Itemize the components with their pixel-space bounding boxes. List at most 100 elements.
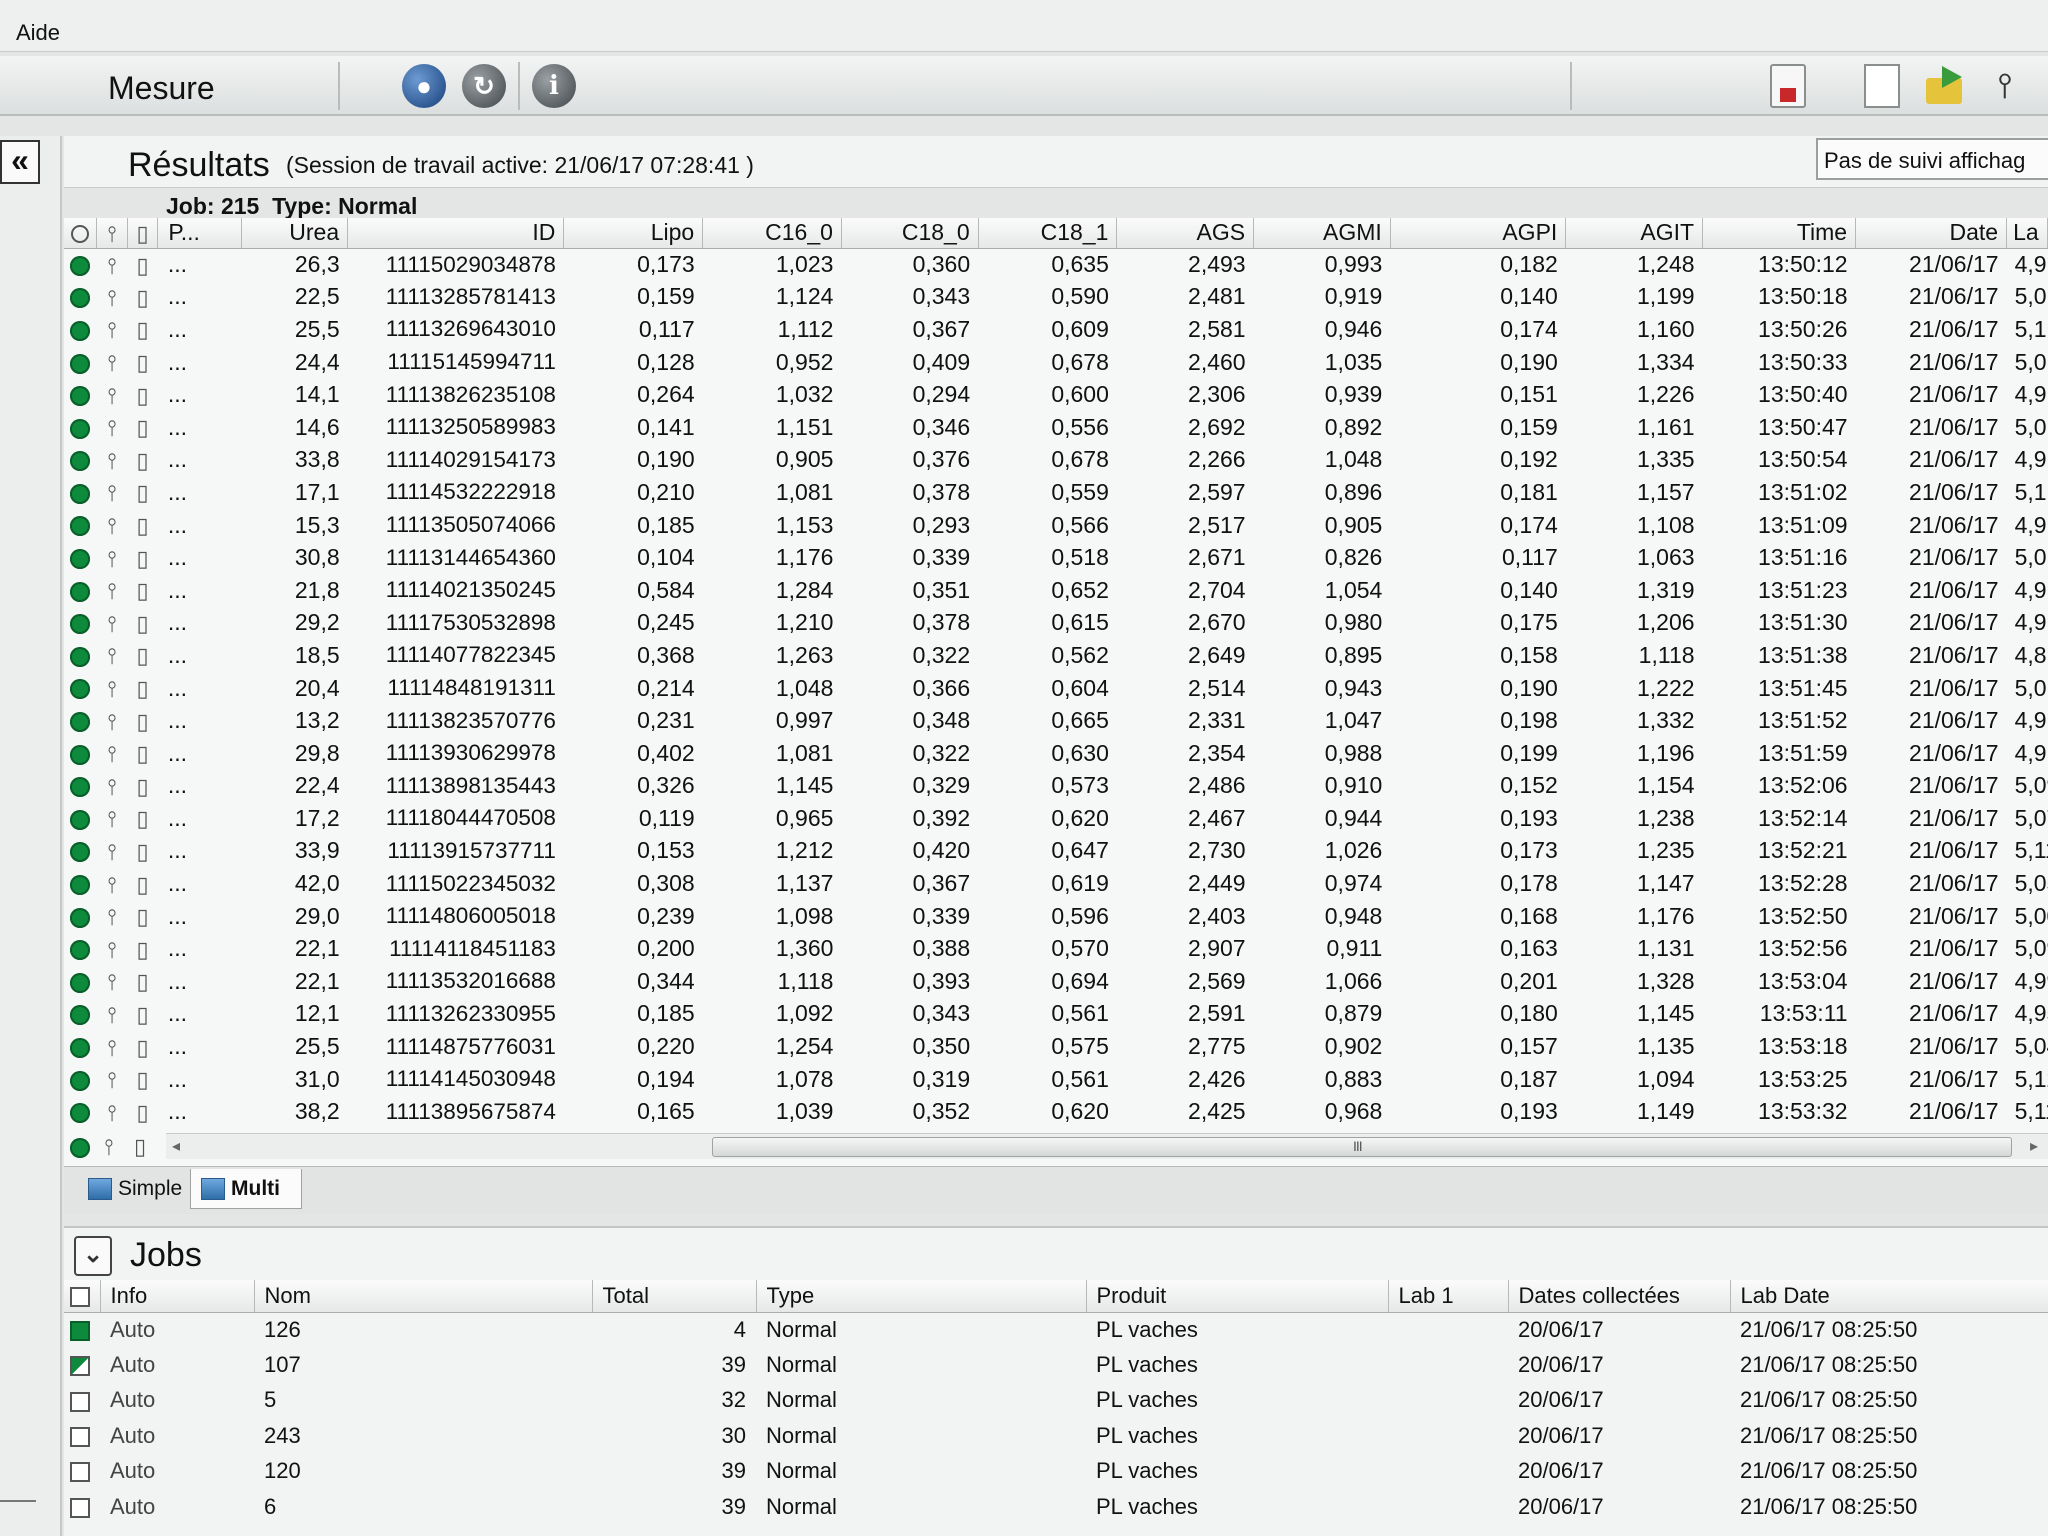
column-header-lipo[interactable]: Lipo — [563, 218, 704, 249]
jobs-column-lab1[interactable]: Lab 1 — [1388, 1280, 1509, 1313]
table-row[interactable]: ⫯ ▯... 24,4 11115145994711 0,128 0,952 0,409 0,… — [64, 346, 2048, 379]
table-row[interactable]: ⫯ ▯... 14,6 11113250589983 0,141 1,151 0,346 0,… — [64, 411, 2048, 444]
table-row[interactable]: ⫯ ▯... 29,0 11114806005018 0,239 1,098 0,339 0,… — [64, 900, 2048, 933]
cell-lipo: 0,194 — [637, 1065, 695, 1092]
cell-la: 4,95 — [2014, 1000, 2048, 1027]
table-row[interactable]: ⫯ ▯... 17,1 11114532222918 0,210 1,081 0,378 0,… — [64, 476, 2048, 509]
column-header-c16-0[interactable]: C16_0 — [702, 218, 842, 249]
table-row[interactable]: ⫯ ▯... 26,3 11115029034878 0,173 1,023 0,360 0,… — [64, 248, 2048, 281]
job-row[interactable]: Auto 6 39 Normal PL vaches 20/06/17 21/06/17 0… — [64, 1489, 2048, 1524]
jobs-column-info[interactable]: Info — [100, 1280, 255, 1313]
collapse-sidebar-icon[interactable]: « — [0, 140, 40, 184]
jobs-column-total[interactable]: Total — [592, 1280, 757, 1313]
table-row[interactable]: ⫯ ▯... 29,2 11117530532898 0,245 1,210 0,378 0,… — [64, 607, 2048, 640]
scroll-right-icon[interactable]: ▸ — [2030, 1136, 2038, 1156]
chevron-down-icon[interactable]: ⌄ — [74, 1236, 112, 1276]
table-row[interactable]: ⫯ ▯... 25,5 11113269643010 0,117 1,112 0,367 0,… — [64, 313, 2048, 346]
pipette-icon[interactable]: ⫯ — [1988, 64, 2022, 108]
table-row[interactable]: ⫯ ▯... 33,9 11113915737711 0,153 1,212 0,420 0,… — [64, 835, 2048, 868]
table-row[interactable]: ⫯ ▯... 25,5 11114875776031 0,220 1,254 0,350 0,… — [64, 1030, 2048, 1063]
column-header-date[interactable]: Date — [1855, 218, 2008, 249]
cell-agmi: 0,980 — [1324, 609, 1383, 636]
jobs-column-type[interactable]: Type — [756, 1280, 1087, 1313]
job-select-checkbox[interactable] — [64, 1383, 100, 1418]
table-row[interactable]: ⫯ ▯... 13,2 11113823570776 0,231 0,997 0,348 0,… — [64, 704, 2048, 737]
save-icon[interactable] — [1770, 64, 1806, 108]
job-row[interactable]: Auto 5 32 Normal PL vaches 20/06/17 21/06/17 0… — [64, 1383, 2048, 1418]
column-header-la[interactable]: La — [2006, 218, 2048, 249]
tab-multi[interactable]: Multi — [190, 1169, 302, 1209]
cell-date: 21/06/17 — [1909, 707, 1999, 734]
column-header-urea[interactable]: Urea — [241, 218, 349, 249]
tab-simple[interactable]: Simple — [78, 1169, 200, 1209]
jobs-select-all-checkbox[interactable] — [64, 1280, 101, 1313]
column-header-time[interactable]: Time — [1702, 218, 1857, 249]
status-dot-icon — [64, 867, 97, 900]
table-row[interactable]: ⫯ ▯... 30,8 11113144654360 0,104 1,176 0,339 0,… — [64, 541, 2048, 574]
globe-icon[interactable]: ● — [402, 64, 446, 108]
job-row[interactable]: Auto 120 39 Normal PL vaches 20/06/17 21/06/17… — [64, 1454, 2048, 1489]
scroll-thumb[interactable]: III — [712, 1137, 2012, 1157]
cell-time: 13:51:09 — [1758, 511, 1848, 538]
follow-display-button[interactable]: Pas de suivi affichag — [1816, 138, 2048, 180]
table-row[interactable]: ⫯ ▯... 22,4 11113898135443 0,326 1,145 0,329 0,… — [64, 770, 2048, 803]
table-row[interactable]: ⫯ ▯... 42,0 11115022345032 0,308 1,137 0,367 0,… — [64, 867, 2048, 900]
table-row[interactable]: ⫯ ▯... 29,8 11113930629978 0,402 1,081 0,322 0,… — [64, 737, 2048, 770]
job-row[interactable]: Auto 107 39 Normal PL vaches 20/06/17 21/06/17… — [64, 1347, 2048, 1382]
cell-la: 4,9 — [2014, 381, 2047, 408]
partial-table-row[interactable]: ⫯ ▯ — [64, 1134, 166, 1162]
cell-urea: 42,0 — [294, 870, 340, 897]
jobs-column-produit[interactable]: Produit — [1086, 1280, 1389, 1313]
cell-agpi: 0,158 — [1500, 641, 1558, 668]
column-header-agpi[interactable]: AGPI — [1390, 218, 1567, 249]
select-all-radio[interactable] — [64, 218, 98, 249]
job-produit: PL vaches — [1096, 1316, 1198, 1342]
table-row[interactable]: ⫯ ▯... 22,1 11114118451183 0,200 1,360 0,388 0,… — [64, 932, 2048, 965]
horizontal-scrollbar[interactable]: ◂ III ▸ — [166, 1133, 2048, 1159]
table-row[interactable]: ⫯ ▯... 31,0 11114145030948 0,194 1,078 0,319 0,… — [64, 1063, 2048, 1096]
refresh-icon[interactable]: ↻ — [462, 64, 506, 108]
table-row[interactable]: ⫯ ▯... 15,3 11113505074066 0,185 1,153 0,293 0,… — [64, 509, 2048, 542]
scroll-left-icon[interactable]: ◂ — [172, 1136, 180, 1156]
open-folder-icon[interactable] — [1924, 64, 1966, 108]
results-header: Résultats (Session de travail active: 21… — [64, 136, 2048, 188]
jobs-column-nom[interactable]: Nom — [254, 1280, 593, 1313]
cell-urea: 14,1 — [294, 381, 340, 408]
job-select-checkbox[interactable] — [64, 1312, 100, 1347]
new-document-icon[interactable] — [1864, 64, 1900, 108]
table-row[interactable]: ⫯ ▯... 17,2 11118044470508 0,119 0,965 0,392 0,… — [64, 802, 2048, 835]
table-row[interactable]: ⫯ ▯... 22,5 11113285781413 0,159 1,124 0,343 0,… — [64, 281, 2048, 314]
column-header-agit[interactable]: AGIT — [1565, 218, 1704, 249]
table-row[interactable]: ⫯ ▯... 21,8 11114021350245 0,584 1,284 0,351 0,… — [64, 574, 2048, 607]
table-row[interactable]: ⫯ ▯... 38,2 11113895675874 0,165 1,039 0,352 0,… — [64, 1095, 2048, 1128]
cell-urea: 22,1 — [294, 935, 340, 962]
table-row[interactable]: ⫯ ▯... 12,1 11113262330955 0,185 1,092 0,343 0,… — [64, 998, 2048, 1031]
table-row[interactable]: ⫯ ▯... 33,8 11114029154173 0,190 0,905 0,376 0,… — [64, 444, 2048, 477]
column-header-c18-0[interactable]: C18_0 — [841, 218, 979, 249]
column-header-p[interactable]: P... — [157, 218, 243, 249]
job-select-checkbox[interactable] — [64, 1418, 100, 1453]
column-header-agmi[interactable]: AGMI — [1253, 218, 1391, 249]
table-row[interactable]: ⫯ ▯... 18,5 11114077822345 0,368 1,263 0,322 0,… — [64, 639, 2048, 672]
job-row[interactable]: Auto 243 30 Normal PL vaches 20/06/17 21/06/17… — [64, 1418, 2048, 1453]
column-header-c18-1[interactable]: C18_1 — [978, 218, 1118, 249]
menu-aide[interactable]: Aide — [16, 20, 60, 46]
column-header-id[interactable]: ID — [347, 218, 565, 249]
jobs-column-dates-collectees[interactable]: Dates collectées — [1508, 1280, 1731, 1313]
cell-p: ... — [167, 576, 188, 603]
job-select-checkbox[interactable] — [64, 1454, 100, 1489]
info-icon[interactable]: i — [532, 64, 576, 108]
table-row[interactable]: ⫯ ▯... 20,4 11114848191311 0,214 1,048 0,366 0,… — [64, 672, 2048, 705]
cell-urea: 21,8 — [294, 576, 340, 603]
job-row[interactable]: Auto 126 4 Normal PL vaches 20/06/17 21/06/17 … — [64, 1312, 2048, 1347]
tube-icon: ▯ — [136, 252, 149, 278]
table-row[interactable]: ⫯ ▯... 14,1 11113826235108 0,264 1,032 0,294 0,… — [64, 378, 2048, 411]
cell-c16-0: 1,145 — [775, 772, 834, 799]
job-select-checkbox[interactable] — [64, 1489, 100, 1524]
job-select-checkbox[interactable] — [64, 1347, 100, 1382]
column-header-ags[interactable]: AGS — [1116, 218, 1255, 249]
cell-ags: 2,467 — [1188, 804, 1246, 831]
table-row[interactable]: ⫯ ▯... 22,1 11113532016688 0,344 1,118 0,393 0,… — [64, 965, 2048, 998]
jobs-column-lab-date[interactable]: Lab Date — [1730, 1280, 2048, 1313]
cell-c16-0: 1,039 — [775, 1098, 834, 1125]
